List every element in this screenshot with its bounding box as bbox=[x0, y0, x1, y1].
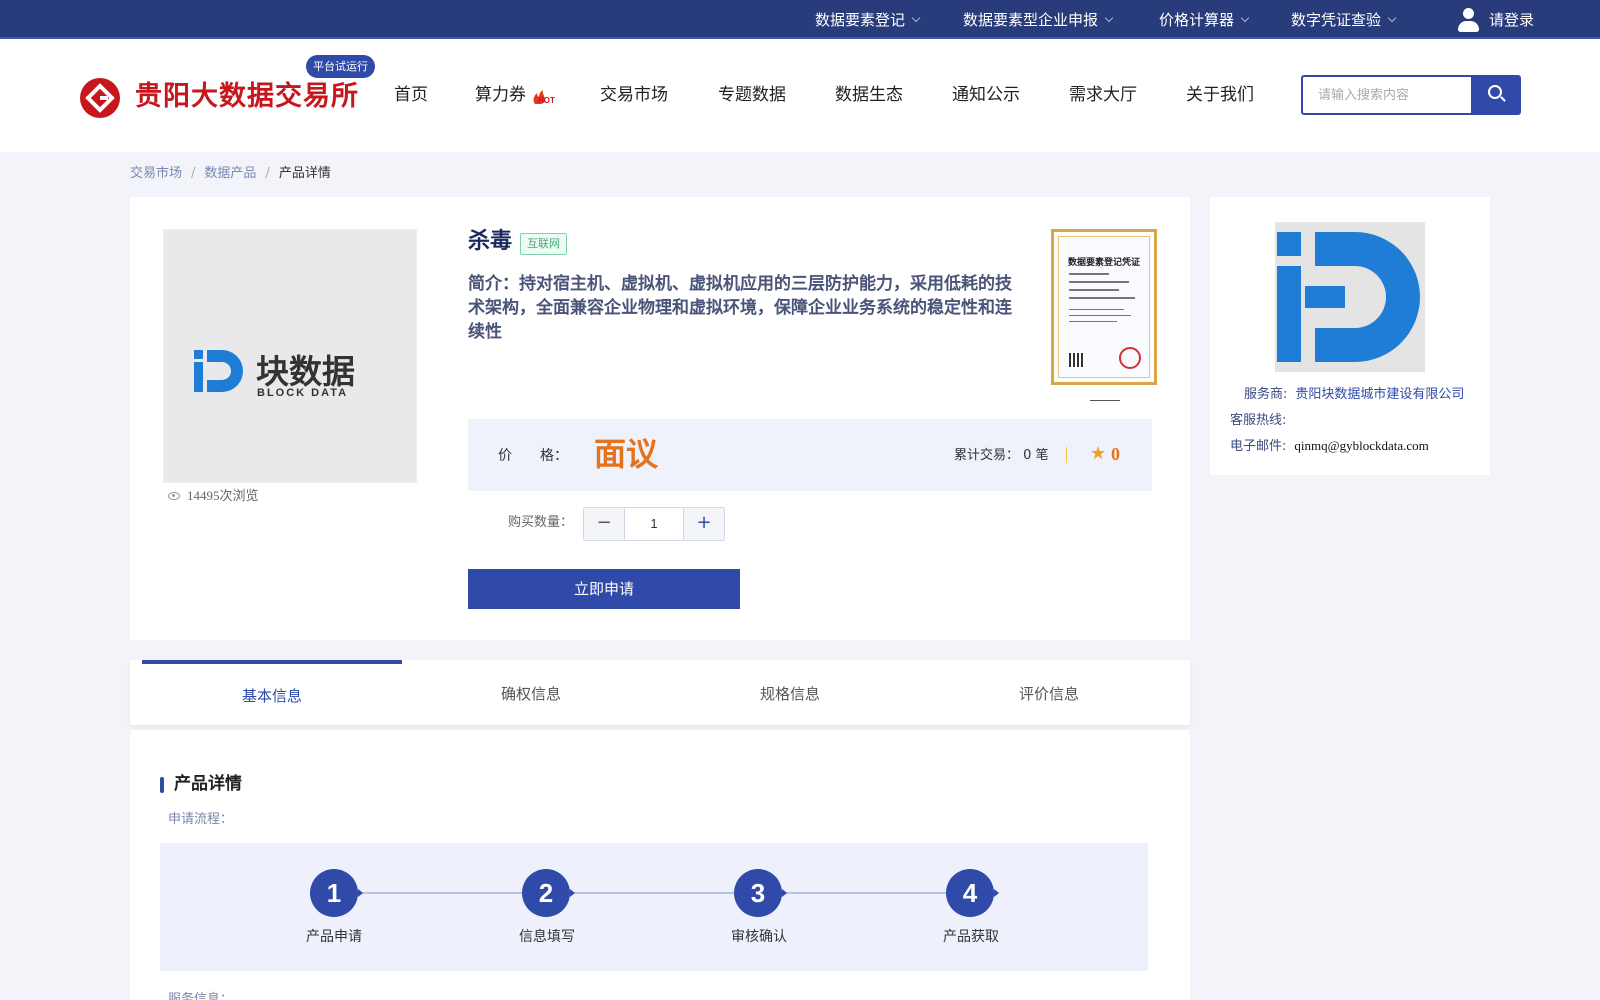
product-image: 块数据 BLOCK DATA bbox=[163, 229, 417, 483]
service-info-label: 服务信息： bbox=[168, 992, 234, 1000]
provider-email: 电子邮件: qinmq@gyblockdata.com bbox=[1230, 438, 1429, 454]
trade-count: 累计交易： 0 笔 bbox=[954, 448, 1049, 463]
step-3-label: 审核确认 bbox=[731, 929, 787, 945]
step-2-label: 信息填写 bbox=[519, 929, 575, 945]
price-panel: 价 格： 面议 累计交易： 0 笔 ★ 0 bbox=[468, 419, 1152, 491]
chevron-down-icon bbox=[1387, 13, 1397, 22]
certificate-title: 数据要素登记凭证 bbox=[1067, 258, 1140, 268]
step-2-circle: 2 bbox=[522, 869, 575, 917]
chevron-down-icon bbox=[1240, 13, 1250, 22]
decrement-button[interactable]: − bbox=[584, 508, 624, 540]
breadcrumb: 交易市场 / 数据产品 / 产品详情 bbox=[130, 166, 331, 181]
price-label: 价 格： bbox=[498, 448, 568, 464]
quantity-stepper: − 1 + bbox=[583, 507, 725, 541]
breadcrumb-current: 产品详情 bbox=[278, 166, 331, 181]
price-value: 面议 bbox=[594, 435, 659, 473]
product-name: 杀毒 bbox=[468, 229, 513, 254]
seal-icon bbox=[1119, 347, 1141, 369]
nav-demand-hall[interactable]: 需求大厅 bbox=[1069, 83, 1137, 107]
flow-label: 申请流程： bbox=[168, 812, 234, 827]
section-title: 产品详情 bbox=[174, 774, 242, 794]
product-card: 块数据 BLOCK DATA 14495次浏览 杀毒 互联网 简介：持对宿主机、… bbox=[130, 197, 1190, 640]
category-tag: 互联网 bbox=[520, 233, 567, 255]
hot-flame-icon: HOT bbox=[533, 90, 555, 105]
breadcrumb-data-products[interactable]: 数据产品 bbox=[204, 166, 256, 181]
search-input[interactable]: 请输入搜索内容 bbox=[1301, 75, 1473, 115]
provider-logo-icon bbox=[1275, 222, 1425, 372]
divider bbox=[1066, 447, 1067, 463]
flow-connector bbox=[352, 892, 990, 894]
certificate-divider bbox=[1090, 400, 1120, 401]
info-tabs: 基本信息 确权信息 规格信息 评价信息 bbox=[130, 660, 1190, 725]
site-header: 贵阳大数据交易所 平台试运行 首页 算力券 HOT 交易市场 专题数据 数据生态… bbox=[0, 39, 1600, 152]
svg-text:块数据: 块数据 bbox=[256, 352, 355, 391]
rating-value: 0 bbox=[1111, 444, 1120, 464]
tab-review-info[interactable]: 评价信息 bbox=[919, 660, 1179, 725]
topnav-enterprise-declaration[interactable]: 数据要素型企业申报 bbox=[963, 0, 1114, 39]
breadcrumb-market[interactable]: 交易市场 bbox=[130, 166, 182, 181]
user-icon bbox=[1457, 7, 1479, 32]
quantity-input[interactable]: 1 bbox=[624, 508, 684, 540]
star-icon: ★ bbox=[1090, 443, 1107, 464]
quantity-label: 购买数量： bbox=[508, 515, 574, 530]
provider-name-link[interactable]: 贵阳块数据城市建设有限公司 bbox=[1295, 387, 1464, 402]
provider-card: 服务商: 贵阳块数据城市建设有限公司 客服热线: 电子邮件: qinmq@gyblo… bbox=[1210, 197, 1490, 475]
block-data-logo-icon: 块数据 BLOCK DATA bbox=[194, 350, 355, 399]
topnav-data-registration[interactable]: 数据要素登记 bbox=[815, 0, 921, 39]
nav-data-ecosystem[interactable]: 数据生态 bbox=[835, 83, 903, 107]
nav-topic-data[interactable]: 专题数据 bbox=[718, 83, 786, 107]
topnav-price-calculator[interactable]: 价格计算器 bbox=[1159, 0, 1250, 39]
product-details-section: 产品详情 申请流程： 1 产品申请 2 信息填写 3 审核确认 4 产品获取 服… bbox=[130, 730, 1190, 1000]
login-link[interactable]: 请登录 bbox=[1457, 0, 1534, 39]
top-bar: 数据要素登记 数据要素型企业申报 价格计算器 数字凭证查验 请登录 bbox=[0, 0, 1600, 39]
tab-spec-info[interactable]: 规格信息 bbox=[660, 660, 920, 725]
step-1-circle: 1 bbox=[310, 869, 363, 917]
application-flow: 1 产品申请 2 信息填写 3 审核确认 4 产品获取 bbox=[160, 843, 1148, 971]
step-1-label: 产品申请 bbox=[306, 929, 362, 945]
chevron-down-icon bbox=[911, 13, 921, 22]
tab-basic-info[interactable]: 基本信息 bbox=[142, 660, 402, 725]
step-4-circle: 4 bbox=[946, 869, 999, 917]
provider-service: 服务商: 贵阳块数据城市建设有限公司 bbox=[1244, 387, 1465, 402]
section-marker bbox=[160, 777, 164, 793]
step-3-circle: 3 bbox=[734, 869, 787, 917]
tab-rights-info[interactable]: 确权信息 bbox=[401, 660, 661, 725]
product-intro: 简介：持对宿主机、虚拟机、虚拟机应用的三层防护能力，采用低耗的技术架构，全面兼容… bbox=[468, 274, 1012, 342]
svg-text:BLOCK DATA: BLOCK DATA bbox=[257, 387, 348, 399]
site-title[interactable]: 贵阳大数据交易所 bbox=[135, 77, 359, 117]
svg-text:HOT: HOT bbox=[538, 96, 555, 105]
nav-home[interactable]: 首页 bbox=[394, 83, 428, 107]
nav-trading-market[interactable]: 交易市场 bbox=[600, 83, 668, 107]
registration-certificate[interactable]: 数据要素登记凭证 bbox=[1051, 229, 1157, 385]
increment-button[interactable]: + bbox=[684, 508, 724, 540]
nav-about-us[interactable]: 关于我们 bbox=[1186, 83, 1254, 107]
search-button[interactable] bbox=[1471, 75, 1521, 115]
qr-code-icon bbox=[1069, 353, 1083, 367]
exchange-logo-icon[interactable] bbox=[79, 77, 121, 119]
trial-badge: 平台试运行 bbox=[306, 55, 375, 78]
topnav-certificate-verify[interactable]: 数字凭证查验 bbox=[1291, 0, 1397, 39]
nav-compute-voucher[interactable]: 算力券 bbox=[475, 83, 526, 107]
nav-notices[interactable]: 通知公示 bbox=[952, 83, 1020, 107]
view-count: 14495次浏览 bbox=[168, 486, 259, 506]
provider-hotline: 客服热线: bbox=[1230, 413, 1287, 428]
chevron-down-icon bbox=[1104, 13, 1114, 22]
apply-button[interactable]: 立即申请 bbox=[468, 569, 740, 609]
eye-icon bbox=[168, 492, 180, 500]
step-4-label: 产品获取 bbox=[943, 929, 999, 945]
